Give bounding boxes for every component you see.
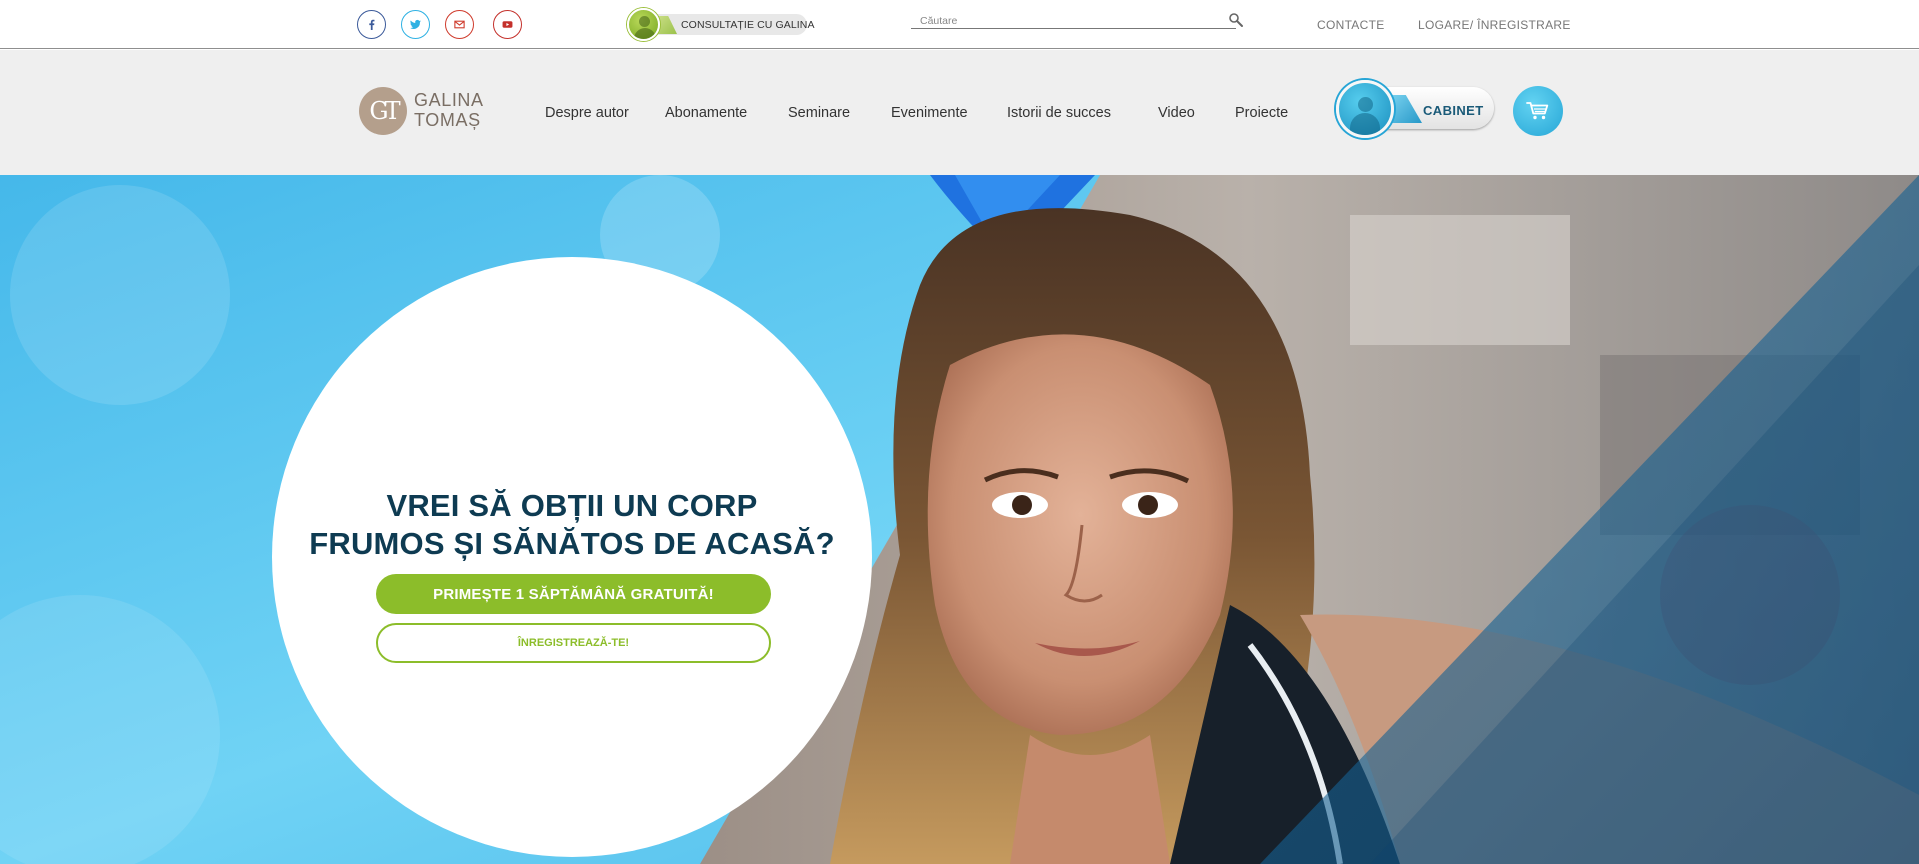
nav-item-evenimente[interactable]: Evenimente xyxy=(891,105,968,121)
hero-headline: VREI SĂ OBȚII UN CORP FRUMOS ȘI SĂNĂTOS … xyxy=(272,487,872,563)
facebook-icon[interactable] xyxy=(357,10,386,39)
cabinet-button[interactable]: CABINET xyxy=(1336,80,1498,140)
consultation-button[interactable]: CONSULTAȚIE CU GALINA xyxy=(627,8,814,41)
nav-item-abonamente[interactable]: Abonamente xyxy=(665,105,747,121)
search-icon[interactable] xyxy=(1228,12,1244,28)
main-navigation: GT GALINA TOMAȘ Despre autor Abonamente … xyxy=(0,50,1919,175)
hero-headline-line-2: FRUMOS ȘI SĂNĂTOS DE ACASĂ? xyxy=(309,526,835,561)
twitter-icon[interactable] xyxy=(401,10,430,39)
nav-item-despre-autor[interactable]: Despre autor xyxy=(545,105,629,121)
cart-icon[interactable] xyxy=(1513,86,1563,136)
gmail-icon[interactable] xyxy=(445,10,474,39)
hero-headline-line-1: VREI SĂ OBȚII UN CORP xyxy=(386,488,758,523)
search-bar xyxy=(911,11,1243,29)
nav-item-istorii-de-succes[interactable]: Istorii de succes xyxy=(1007,105,1111,121)
consultant-avatar-icon xyxy=(627,8,660,41)
search-input[interactable] xyxy=(911,13,1201,29)
contacts-link[interactable]: CONTACTE xyxy=(1317,18,1385,32)
nav-item-proiecte[interactable]: Proiecte xyxy=(1235,105,1288,121)
logo-line-1: GALINA xyxy=(414,90,484,110)
free-week-button[interactable]: PRIMEȘTE 1 SĂPTĂMÂNĂ GRATUITĂ! xyxy=(376,574,771,614)
consultation-label: CONSULTAȚIE CU GALINA xyxy=(681,19,815,31)
youtube-icon[interactable] xyxy=(493,10,522,39)
cabinet-label: CABINET xyxy=(1423,103,1484,118)
nav-item-seminare[interactable]: Seminare xyxy=(788,105,850,121)
login-register-link[interactable]: LOGARE/ ÎNREGISTRARE xyxy=(1418,18,1571,32)
register-button[interactable]: ÎNREGISTREAZĂ-TE! xyxy=(376,623,771,663)
hero-banner: VREI SĂ OBȚII UN CORP FRUMOS ȘI SĂNĂTOS … xyxy=(0,175,1919,864)
nav-item-video[interactable]: Video xyxy=(1158,105,1195,121)
hero-callout: VREI SĂ OBȚII UN CORP FRUMOS ȘI SĂNĂTOS … xyxy=(272,257,872,857)
logo-line-2: TOMAȘ xyxy=(414,110,481,130)
user-avatar-icon xyxy=(1336,80,1394,138)
logo-monogram[interactable]: GT xyxy=(359,87,407,135)
logo-wordmark[interactable]: GALINA TOMAȘ xyxy=(414,90,484,130)
top-bar: CONSULTAȚIE CU GALINA CONTACTE LOGARE/ Î… xyxy=(0,0,1919,49)
